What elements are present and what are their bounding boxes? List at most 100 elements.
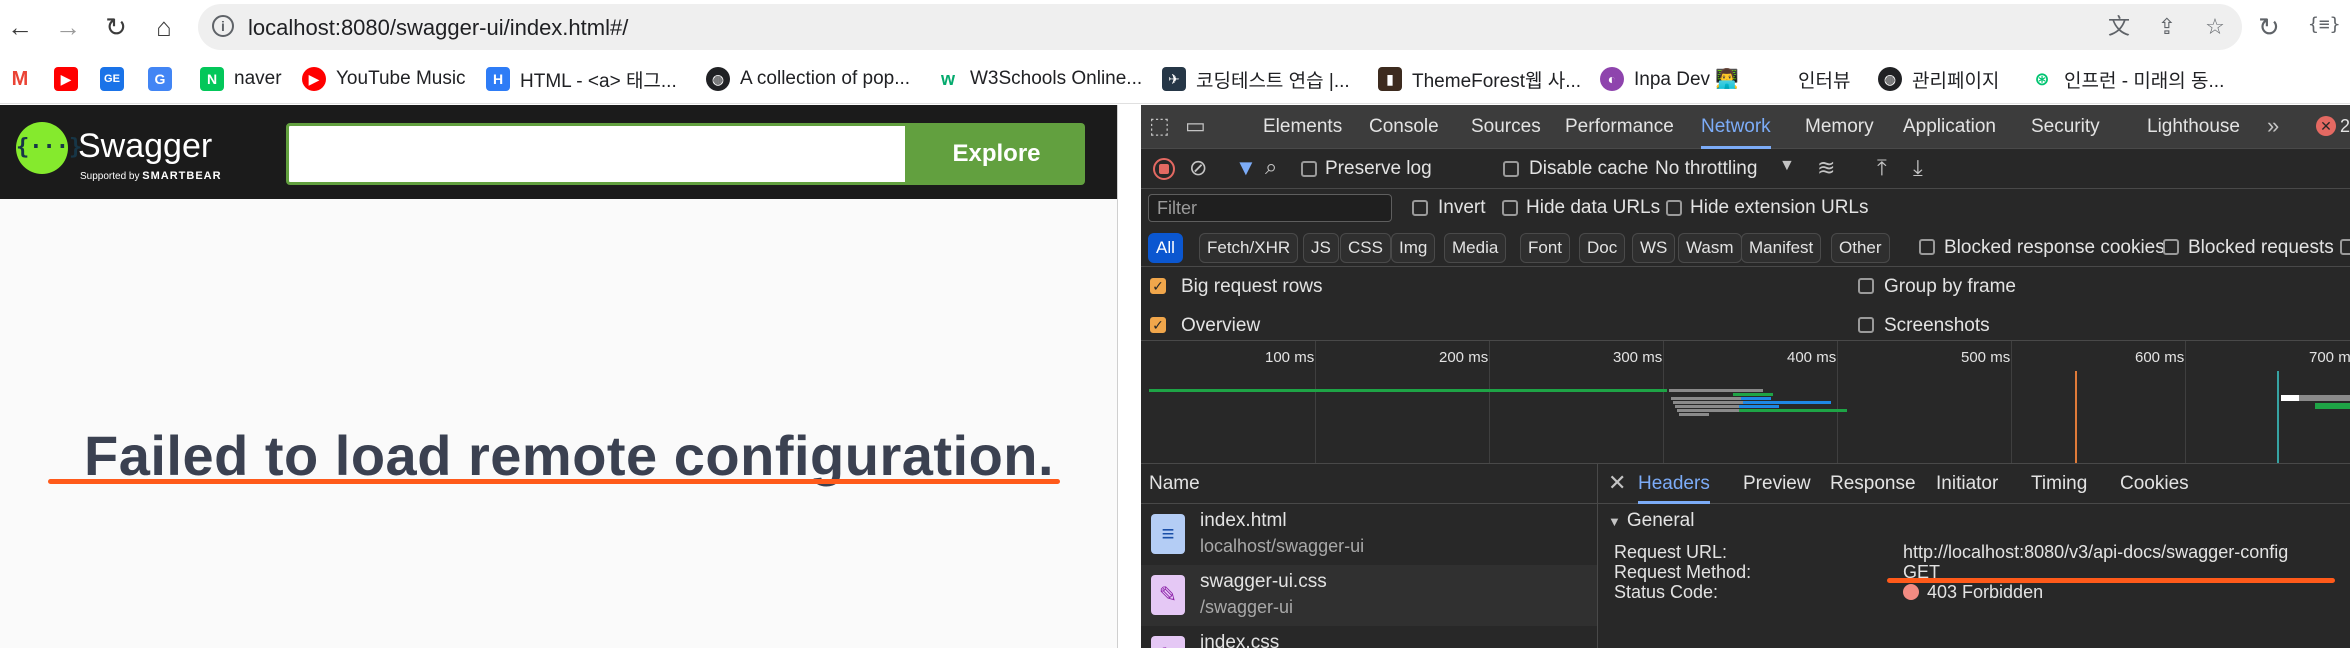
bookmark-naver[interactable]: N naver (200, 64, 282, 94)
tab-headers[interactable]: Headers (1638, 464, 1710, 504)
bookmark-star-icon[interactable]: ☆ (2202, 14, 2228, 40)
type-media[interactable]: Media (1444, 233, 1507, 263)
hide-extension-urls-checkbox[interactable] (1666, 200, 1682, 216)
bookmark-html-a-tag[interactable]: H HTML - <a> 태그... (486, 64, 677, 94)
tab-elements[interactable]: Elements (1263, 105, 1342, 149)
swagger-logo-icon[interactable]: {···} (16, 122, 82, 174)
import-har-icon[interactable]: ⤒ (1877, 155, 1887, 181)
request-row[interactable]: ≡ index.html localhost/swagger-ui (1141, 504, 1597, 565)
export-har-icon[interactable]: ⤓ (1913, 155, 1923, 181)
bookmark-collection[interactable]: ◍ A collection of pop... (706, 64, 910, 94)
screenshots-checkbox[interactable] (1858, 317, 1874, 333)
bookmark-translate[interactable]: G (148, 64, 182, 94)
error-count[interactable]: 2 (2340, 116, 2350, 137)
naver-icon: N (200, 67, 224, 91)
options-row-1: ✓ Big request rows Group by frame (1141, 267, 2350, 306)
bookmark-coding-test[interactable]: ✈ 코딩테스트 연습 |... (1162, 64, 1350, 94)
translate-icon[interactable]: 文 (2106, 14, 2132, 40)
tab-application[interactable]: Application (1903, 105, 1996, 149)
disable-cache-checkbox[interactable] (1503, 161, 1519, 177)
tab-security[interactable]: Security (2031, 105, 2100, 149)
type-img[interactable]: Img (1391, 233, 1436, 263)
back-arrow-icon[interactable]: ← (4, 11, 36, 43)
third-party-checkbox[interactable] (2340, 239, 2350, 255)
preserve-log-checkbox[interactable] (1301, 161, 1317, 177)
big-request-rows-checkbox[interactable]: ✓ (1150, 278, 1166, 294)
group-by-frame-checkbox[interactable] (1858, 278, 1874, 294)
device-toolbar-icon[interactable]: ▭ (1185, 113, 1206, 139)
bookmark-youtube[interactable]: ▶ (54, 64, 88, 94)
invert-checkbox[interactable] (1412, 200, 1428, 216)
extension-icon[interactable]: {≡} (2308, 14, 2341, 35)
type-fetch-xhr[interactable]: Fetch/XHR (1199, 233, 1299, 263)
site-info-icon[interactable]: i (212, 15, 234, 37)
bookmark-gmail[interactable]: M (8, 64, 42, 94)
stylesheet-icon: ✎ (1151, 636, 1185, 648)
tab-lighthouse[interactable]: Lighthouse (2147, 105, 2240, 149)
bookmark-youtube-music[interactable]: ▶ YouTube Music (302, 64, 466, 94)
spec-url-input[interactable] (286, 123, 908, 185)
error-icon[interactable]: ✕ (2316, 116, 2336, 136)
filter-input[interactable]: Filter (1148, 194, 1392, 222)
bookmark-w3schools[interactable]: w W3Schools Online... (936, 64, 1142, 94)
blocked-requests-checkbox[interactable] (2163, 239, 2179, 255)
type-css[interactable]: CSS (1340, 233, 1391, 263)
type-manifest[interactable]: Manifest (1741, 233, 1822, 263)
type-wasm[interactable]: Wasm (1678, 233, 1742, 263)
tab-cookies[interactable]: Cookies (2120, 464, 2189, 504)
tab-initiator[interactable]: Initiator (1936, 464, 1998, 504)
type-all[interactable]: All (1148, 233, 1183, 263)
bookmark-sheets[interactable]: GE (100, 64, 134, 94)
type-js[interactable]: JS (1303, 233, 1339, 263)
throttling-select[interactable]: No throttling (1655, 158, 1757, 180)
request-row[interactable]: ✎ index.css (1141, 626, 1597, 648)
group-by-frame-label: Group by frame (1884, 276, 2016, 297)
omnibox[interactable]: i localhost:8080/swagger-ui/index.html#/… (198, 4, 2242, 50)
timeline-bar (1673, 401, 1743, 404)
explore-button[interactable]: Explore (908, 123, 1085, 185)
search-icon[interactable]: ⌕ (1265, 154, 1277, 180)
network-conditions-icon[interactable]: ≋ (1817, 155, 1835, 181)
overview-checkbox[interactable]: ✓ (1150, 317, 1166, 333)
bookmark-themeforest[interactable]: ▮ ThemeForest웹 사... (1378, 64, 1581, 94)
stop-recording-icon[interactable] (1153, 158, 1175, 180)
filter-icon[interactable]: ▼ (1235, 155, 1257, 181)
network-overview-timeline[interactable]: 100 ms 200 ms 300 ms 400 ms 500 ms 600 m… (1141, 340, 2350, 464)
tab-preview[interactable]: Preview (1743, 464, 1811, 504)
tab-memory[interactable]: Memory (1805, 105, 1874, 149)
home-icon[interactable]: ⌂ (148, 11, 180, 43)
more-tabs-icon[interactable]: » (2267, 113, 2279, 139)
tab-timing[interactable]: Timing (2031, 464, 2087, 504)
bookmark-inflearn[interactable]: ⊛ 인프런 - 미래의 동... (2030, 64, 2224, 94)
type-ws[interactable]: WS (1632, 233, 1676, 263)
bookmark-interview[interactable]: 인터뷰 (1798, 64, 1850, 94)
bookmark-label: ThemeForest웹 사... (1412, 70, 1582, 92)
type-other[interactable]: Other (1831, 233, 1890, 263)
reload-icon[interactable]: ↻ (100, 11, 132, 43)
inspect-element-icon[interactable]: ⬚ (1149, 113, 1170, 139)
tab-console[interactable]: Console (1369, 105, 1439, 149)
blocked-response-cookies-checkbox[interactable] (1919, 239, 1935, 255)
refresh-icon[interactable]: ↻ (2258, 12, 2280, 43)
status-error-icon (1903, 584, 1919, 600)
clear-icon[interactable]: ⊘ (1189, 155, 1207, 181)
request-row[interactable]: ✎ swagger-ui.css /swagger-ui (1141, 565, 1597, 626)
close-icon[interactable]: ✕ (1608, 470, 1626, 496)
panel-divider[interactable] (1117, 105, 1118, 648)
general-section-header[interactable]: ▼ General (1608, 510, 1694, 532)
tab-performance[interactable]: Performance (1565, 105, 1674, 149)
tab-response[interactable]: Response (1830, 464, 1916, 504)
type-doc[interactable]: Doc (1579, 233, 1626, 263)
tab-network[interactable]: Network (1701, 105, 1771, 149)
tab-sources[interactable]: Sources (1471, 105, 1541, 149)
chevron-down-icon[interactable]: ▼ (1779, 157, 1795, 175)
bookmark-inpa-dev[interactable]: ◐ Inpa Dev 👨‍💻 (1600, 64, 1739, 94)
type-font[interactable]: Font (1520, 233, 1571, 263)
forward-arrow-icon[interactable]: → (52, 11, 84, 43)
bookmark-admin-page[interactable]: ◍ 관리페이지 (1878, 64, 1999, 94)
name-column-header[interactable]: Name (1141, 464, 1597, 504)
swagger-logo-text[interactable]: Swagger (78, 127, 212, 166)
share-icon[interactable]: ⇪ (2154, 14, 2180, 40)
hide-data-urls-checkbox[interactable] (1502, 200, 1518, 216)
address-url[interactable]: localhost:8080/swagger-ui/index.html#/ (248, 15, 628, 41)
